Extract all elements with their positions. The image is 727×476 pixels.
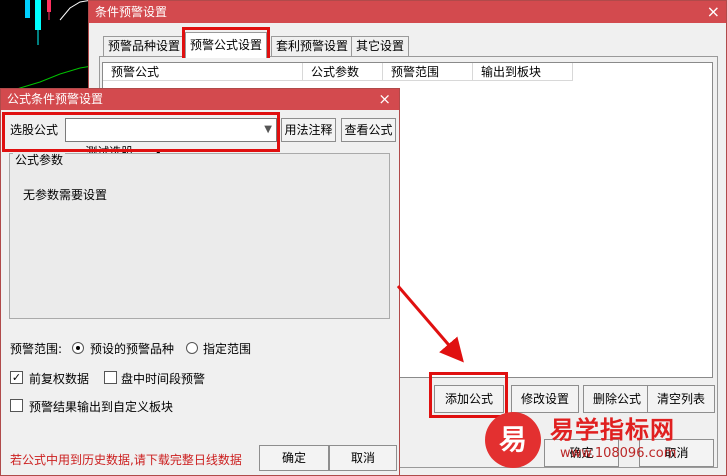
- dialog-title: 公式条件预警设置: [7, 92, 104, 106]
- column-header-output-block[interactable]: 输出到板块: [473, 63, 573, 81]
- watermark-url: www.108096.com: [560, 446, 677, 461]
- column-header-formula[interactable]: 预警公式: [103, 63, 303, 81]
- checkbox-output-to-block[interactable]: [10, 399, 23, 412]
- watermark-brand: 易学指标网: [550, 416, 675, 444]
- checkbox-forward-adjusted[interactable]: ✓: [10, 371, 23, 384]
- close-icon[interactable]: ×: [707, 1, 720, 23]
- params-group-title: 公式参数: [13, 151, 66, 168]
- clear-list-button[interactable]: 清空列表: [647, 385, 715, 413]
- dialog-title-bar: 公式条件预警设置 ×: [1, 89, 399, 110]
- range-label: 预警范围:: [10, 342, 63, 356]
- candlestick-chart-fragment: [0, 0, 92, 96]
- background-stock-chart: [0, 0, 92, 100]
- dialog-ok-button[interactable]: 确定: [259, 445, 329, 471]
- dialog-cancel-button[interactable]: 取消: [329, 445, 397, 471]
- checkbox-output-to-block-label[interactable]: 预警结果输出到自定义板块: [29, 398, 173, 415]
- checkbox-intraday-alert-label[interactable]: 盘中时间段预警: [121, 370, 205, 387]
- history-data-warning: 若公式中用到历史数据,请下载完整日线数据: [10, 453, 242, 467]
- radio-preset-symbols-label[interactable]: 预设的预警品种: [90, 340, 174, 357]
- window-title-bar: 条件预警设置 ×: [89, 1, 726, 23]
- modify-settings-button[interactable]: 修改设置: [511, 385, 579, 413]
- window-title: 条件预警设置: [95, 5, 168, 19]
- tab-arbitrage-alert[interactable]: 套利预警设置: [271, 36, 354, 56]
- close-icon[interactable]: ×: [378, 89, 391, 110]
- radio-specified-range-label[interactable]: 指定范围: [203, 340, 251, 357]
- column-header-params[interactable]: 公式参数: [303, 63, 383, 81]
- checkbox-forward-adjusted-label[interactable]: 前复权数据: [29, 370, 89, 387]
- tab-other-settings[interactable]: 其它设置: [351, 36, 410, 56]
- radio-specified-range[interactable]: [186, 342, 198, 354]
- column-header-range[interactable]: 预警范围: [383, 63, 473, 81]
- watermark-logo: 易: [485, 412, 541, 468]
- params-group: [9, 153, 390, 319]
- annotation-arrow: [396, 285, 464, 363]
- delete-formula-button[interactable]: 删除公式: [583, 385, 651, 413]
- tab-alert-symbols[interactable]: 预警品种设置: [103, 36, 186, 56]
- usage-notes-button[interactable]: 用法注释: [281, 118, 336, 142]
- checkbox-intraday-alert[interactable]: [104, 371, 117, 384]
- view-formula-button[interactable]: 查看公式: [341, 118, 396, 142]
- highlight-formula-select: [2, 112, 280, 152]
- radio-preset-symbols[interactable]: [72, 342, 84, 354]
- tab-alert-formula[interactable]: 预警公式设置: [185, 32, 268, 58]
- params-message: 无参数需要设置: [23, 188, 108, 202]
